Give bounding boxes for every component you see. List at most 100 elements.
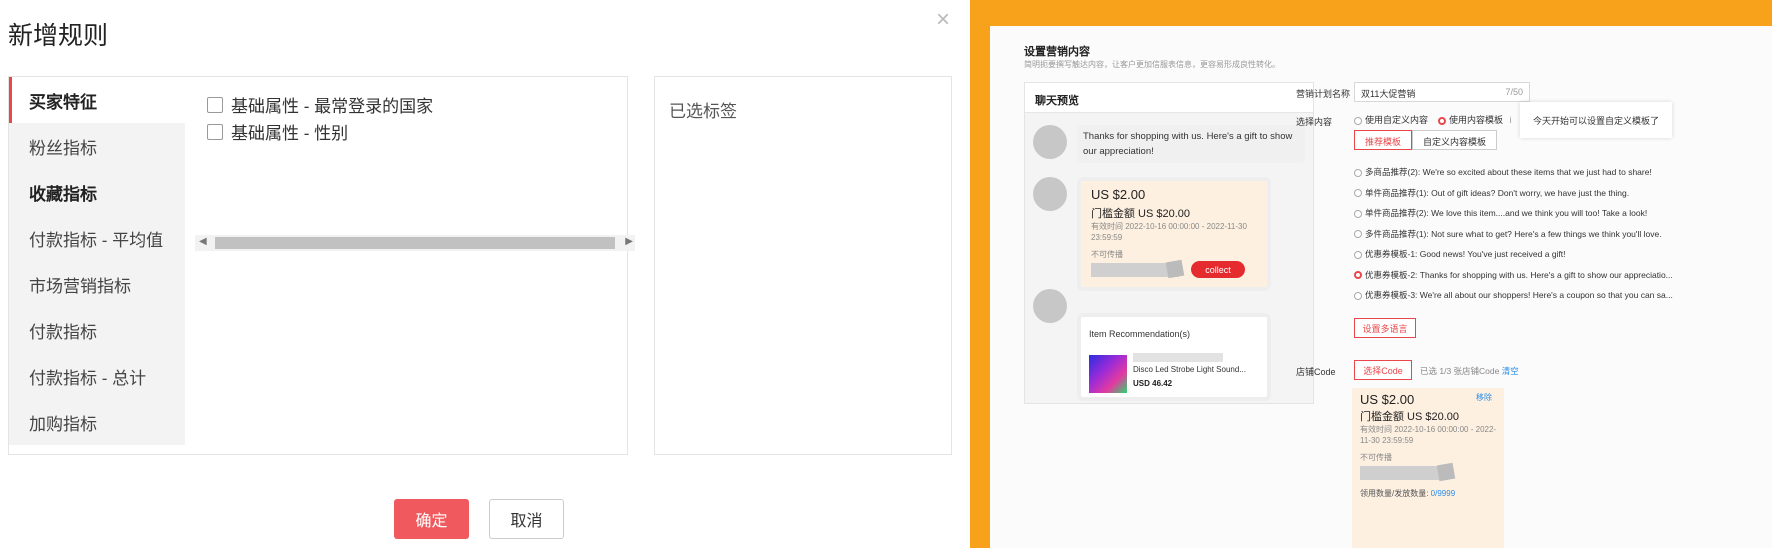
category-sidebar: 买家特征 粉丝指标 收藏指标 付款指标 - 平均值 市场营销指标 付款指标 付款… <box>9 77 185 454</box>
cursor-icon <box>1436 462 1456 482</box>
template-label: 单件商品推荐(2): We love this item....and we t… <box>1365 208 1648 218</box>
confirm-button[interactable]: 确定 <box>394 499 469 539</box>
template-tabs: 推荐模板 自定义内容模板 <box>1354 130 1498 150</box>
chat-preview: 聊天预览 Thanks for shopping with us. Here's… <box>1024 82 1314 404</box>
selected-tags-title: 已选标签 <box>669 102 737 121</box>
chat-preview-header: 聊天预览 <box>1025 83 1313 113</box>
checkbox[interactable] <box>207 123 223 140</box>
tooltip: 今天开始可以设置自定义模板了 <box>1520 102 1672 138</box>
select-code-button[interactable]: 选择Code <box>1354 360 1412 380</box>
sidebar-item-payment-avg[interactable]: 付款指标 - 平均值 <box>9 215 185 261</box>
avatar <box>1033 289 1067 323</box>
recommendation-title: Item Recommendation(s) <box>1089 329 1191 339</box>
template-list: 多商品推荐(2): We're so excited about these i… <box>1354 166 1674 310</box>
attribute-options: 基础属性 - 最常登录的国家 基础属性 - 性别 <box>207 91 433 145</box>
info-icon[interactable]: i <box>1510 115 1512 125</box>
template-label: 多件商品推荐(1): Not sure what to get? Here's … <box>1365 228 1662 239</box>
template-option[interactable]: 优惠券模板-1: Good news! You've just received… <box>1354 248 1674 269</box>
template-option[interactable]: 多件商品推荐(1): Not sure what to get? Here's … <box>1354 228 1674 249</box>
radio-custom[interactable] <box>1354 116 1362 125</box>
horizontal-scrollbar[interactable]: ◀ ▶ <box>195 235 635 251</box>
cursor-icon <box>1165 259 1185 279</box>
chat-message: Thanks for shopping with us. Here's a gi… <box>1077 125 1305 163</box>
plan-name-value: 双11大促营销 <box>1361 89 1416 99</box>
radio[interactable] <box>1354 189 1362 198</box>
radio-template[interactable] <box>1438 116 1447 125</box>
content-label: 选择内容 <box>1296 117 1333 127</box>
remove-link[interactable]: 移除 <box>1476 392 1492 403</box>
coupon-validity: 有效时间 2022-10-16 00:00:00 - 2022-11-30 23… <box>1091 222 1247 242</box>
collect-button[interactable]: collect <box>1191 261 1245 278</box>
tab-recommended[interactable]: 推荐模板 <box>1354 130 1413 150</box>
divider <box>966 0 970 548</box>
coupon-usage: 领用数量/发放数量: 0/9999 <box>1360 488 1455 499</box>
plan-name-label: 营销计划名称 <box>1296 89 1351 99</box>
coupon-note: 不可传播 <box>1360 453 1392 462</box>
opt-custom-label: 使用自定义内容 <box>1365 115 1429 125</box>
product-image <box>1089 355 1127 393</box>
sidebar-item-favorites[interactable]: 收藏指标 <box>9 169 185 215</box>
template-option[interactable]: 多商品推荐(2): We're so excited about these i… <box>1354 166 1674 187</box>
option-gender[interactable]: 基础属性 - 性别 <box>207 118 433 145</box>
selected-coupon-card: US $2.00 移除 门槛金额 US $20.00 有效时间 2022-10-… <box>1352 388 1504 548</box>
sidebar-item-buyer-traits[interactable]: 买家特征 <box>9 77 185 123</box>
template-label: 优惠券模板-2: Thanks for shopping with us. He… <box>1365 269 1673 280</box>
section-title: 设置营销内容 <box>1024 46 1090 58</box>
sidebar-item-fans[interactable]: 粉丝指标 <box>9 123 185 169</box>
selected-tags-panel: 已选标签 <box>654 76 952 455</box>
coupon-validity: 有效时间 2022-10-16 00:00:00 - 2022-11-30 23… <box>1360 425 1497 445</box>
code-count: 已选 1/3 张店铺Code <box>1420 366 1500 376</box>
scroll-left-icon[interactable]: ◀ <box>199 236 207 247</box>
usage-value: 0/9999 <box>1430 489 1456 498</box>
coupon-note: 不可传播 <box>1091 250 1123 259</box>
avatar <box>1033 177 1067 211</box>
option-country[interactable]: 基础属性 - 最常登录的国家 <box>207 91 433 118</box>
radio[interactable] <box>1354 230 1362 239</box>
plan-name-input[interactable]: 双11大促营销 7/50 <box>1354 82 1530 102</box>
marketing-content-screen: 设置营销内容 简明扼要撰写触达内容，让客户更加信服表信息，更容易形成良性转化。 … <box>966 0 1772 548</box>
store-code-label: 店铺Code <box>1296 367 1336 377</box>
close-icon[interactable]: × <box>936 8 950 32</box>
scroll-right-icon[interactable]: ▶ <box>625 236 633 247</box>
coupon-code-blurred <box>1360 466 1448 480</box>
code-selection-info: 已选 1/3 张店铺Code 清空 <box>1420 365 1519 377</box>
chat-coupon-card: US $2.00 门槛金额 US $20.00 有效时间 2022-10-16 … <box>1077 177 1271 291</box>
scrollbar-thumb[interactable] <box>215 237 615 249</box>
radio[interactable] <box>1354 168 1362 177</box>
usage-label: 领用数量/发放数量: <box>1360 489 1431 498</box>
template-label: 多商品推荐(2): We're so excited about these i… <box>1365 167 1652 177</box>
product-name: Disco Led Strobe Light Sound... <box>1133 365 1246 374</box>
avatar <box>1033 125 1067 159</box>
sidebar-item-payment[interactable]: 付款指标 <box>9 307 185 353</box>
coupon-threshold: 门槛金额 US $20.00 <box>1360 411 1460 423</box>
product-price: USD 46.42 <box>1133 379 1173 388</box>
clear-link[interactable]: 清空 <box>1502 366 1519 376</box>
char-count: 7/50 <box>1505 87 1523 97</box>
add-rule-modal: 新增规则 × 买家特征 粉丝指标 收藏指标 付款指标 - 平均值 市场营销指标 … <box>0 0 966 548</box>
option-label: 基础属性 - 最常登录的国家 <box>231 97 434 116</box>
coupon-threshold: 门槛金额 US $20.00 <box>1091 208 1191 220</box>
sidebar-item-payment-total[interactable]: 付款指标 - 总计 <box>9 353 185 399</box>
radio[interactable] <box>1354 250 1362 259</box>
marketing-content-page: 设置营销内容 简明扼要撰写触达内容，让客户更加信服表信息，更容易形成良性转化。 … <box>990 26 1772 548</box>
cancel-button[interactable]: 取消 <box>489 499 564 539</box>
template-option-selected[interactable]: 优惠券模板-2: Thanks for shopping with us. He… <box>1354 269 1674 290</box>
radio[interactable] <box>1354 291 1362 300</box>
template-option[interactable]: 优惠券模板-3: We're all about our shoppers! H… <box>1354 289 1674 310</box>
radio[interactable] <box>1354 209 1362 218</box>
coupon-amount: US $2.00 <box>1091 187 1146 202</box>
blurred-text <box>1133 353 1223 362</box>
rule-picker-panel: 买家特征 粉丝指标 收藏指标 付款指标 - 平均值 市场营销指标 付款指标 付款… <box>8 76 635 455</box>
sidebar-item-add-to-cart[interactable]: 加购指标 <box>9 399 185 445</box>
option-label: 基础属性 - 性别 <box>231 124 349 143</box>
multilanguage-button[interactable]: 设置多语言 <box>1354 318 1416 338</box>
checkbox[interactable] <box>207 96 223 113</box>
content-source-options: 使用自定义内容 使用内容模板 i <box>1354 113 1512 126</box>
opt-template-label: 使用内容模板 <box>1449 115 1504 125</box>
section-subtitle: 简明扼要撰写触达内容，让客户更加信服表信息，更容易形成良性转化。 <box>1024 60 1280 69</box>
template-option[interactable]: 单件商品推荐(2): We love this item....and we t… <box>1354 207 1674 228</box>
tab-custom[interactable]: 自定义内容模板 <box>1412 130 1498 150</box>
template-option[interactable]: 单件商品推荐(1): Out of gift ideas? Don't worr… <box>1354 187 1674 208</box>
radio-selected[interactable] <box>1354 271 1362 280</box>
sidebar-item-marketing[interactable]: 市场营销指标 <box>9 261 185 307</box>
